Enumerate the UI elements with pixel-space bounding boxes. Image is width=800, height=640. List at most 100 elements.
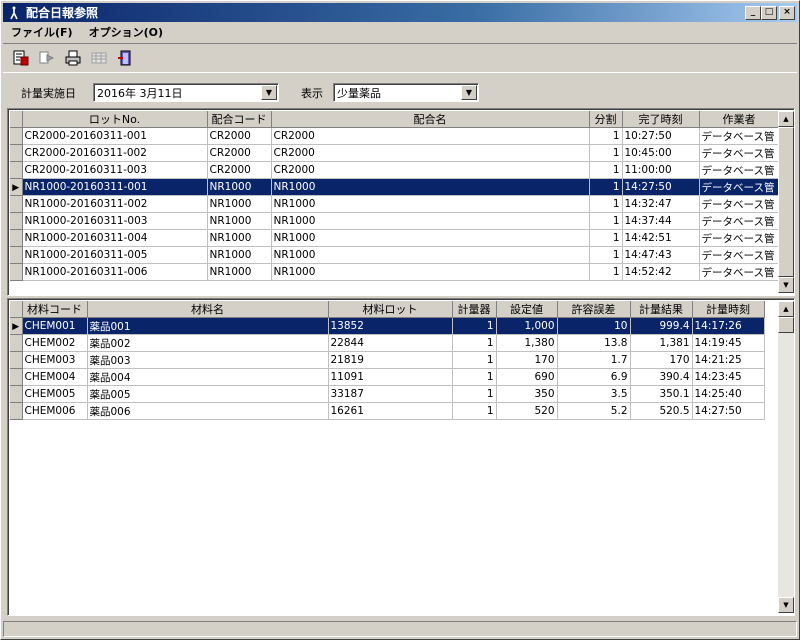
lot-row[interactable]: NR1000-20160311-003 NR1000 NR1000 1 14:37:44… [10,212,780,230]
report-icon[interactable] [11,48,31,68]
lot-row[interactable]: NR1000-20160311-006 NR1000 NR1000 1 14:52:42… [10,263,780,281]
material-header-row: 材料コード 材料名 材料ロット 計量器 設定値 許容誤差 計量結果 計量時刻 [10,301,765,318]
date-picker[interactable]: 2016年 3月11日 ▼ [93,83,279,102]
table-cell: 350.1 [630,385,693,403]
col-weigh-time[interactable]: 計量時刻 [692,301,765,318]
col-material-lot[interactable]: 材料ロット [328,301,453,318]
col-setpoint[interactable]: 設定値 [496,301,558,318]
material-row[interactable]: CHEM006 薬品006 16261 1 520 5.2 520.5 14:27:50 [10,402,765,420]
table-cell: 1 [452,402,497,420]
col-operator[interactable]: 作業者 [699,111,780,128]
table-cell: 22844 [328,334,453,352]
table-cell: 1 [589,212,623,230]
chevron-down-icon[interactable]: ▼ [261,85,277,100]
lot-row[interactable]: NR1000-20160311-005 NR1000 NR1000 1 14:47:43… [10,246,780,264]
table-cell: 1 [452,385,497,403]
scroll-down-icon[interactable]: ▼ [778,277,794,293]
material-row[interactable]: ▶ CHEM001 薬品001 13852 1 1,000 10 999.4 14:17:26 [10,317,765,335]
material-grid[interactable]: 材料コード 材料名 材料ロット 計量器 設定値 許容誤差 計量結果 計量時刻 ▶… [7,298,795,616]
table-cell: CR2000 [207,161,272,179]
lot-row[interactable]: NR1000-20160311-004 NR1000 NR1000 1 14:42:51… [10,229,780,247]
table-cell: 11091 [328,368,453,386]
title-bar[interactable]: 配合日報参照 _ □ × [3,3,797,22]
material-row[interactable]: CHEM002 薬品002 22844 1 1,380 13.8 1,381 14:19:45 [10,334,765,352]
col-formula-code[interactable]: 配合コード [207,111,272,128]
scroll-up-icon[interactable]: ▲ [778,301,794,317]
table-cell: NR1000-20160311-003 [22,212,208,230]
table-cell: 520.5 [630,402,693,420]
row-selector[interactable] [10,195,23,213]
lot-row[interactable]: NR1000-20160311-002 NR1000 NR1000 1 14:32:47… [10,195,780,213]
material-row[interactable]: CHEM003 薬品003 21819 1 170 1.7 170 14:21:25 [10,351,765,369]
table-cell: CHEM001 [22,317,88,335]
table-cell: 14:27:50 [622,178,700,196]
col-lot-no[interactable]: ロットNo. [22,111,208,128]
scroll-up-icon[interactable]: ▲ [778,111,794,127]
table-cell: 21819 [328,351,453,369]
table-cell: データベース管 [699,144,780,162]
col-scale[interactable]: 計量器 [452,301,497,318]
date-value: 2016年 3月11日 [97,86,183,100]
row-selector[interactable] [10,385,23,403]
scroll-down-icon[interactable]: ▼ [778,597,794,613]
col-result[interactable]: 計量結果 [630,301,693,318]
col-tolerance[interactable]: 許容誤差 [557,301,631,318]
scroll-thumb[interactable] [778,127,794,277]
table-cell: 6.9 [557,368,631,386]
table-cell: 14:27:50 [692,402,765,420]
table-cell: 390.4 [630,368,693,386]
print-icon[interactable] [63,48,83,68]
table-cell: 13.8 [557,334,631,352]
row-selector[interactable]: ▶ [10,317,23,335]
display-select[interactable]: 少量薬品 ▼ [333,83,479,102]
lot-scrollbar[interactable]: ▲ ▼ [778,111,794,293]
table-cell: 1,000 [496,317,558,335]
table-cell: 11:00:00 [622,161,700,179]
lot-row[interactable]: ▶ NR1000-20160311-001 NR1000 NR1000 1 14:27:5… [10,178,780,196]
row-selector[interactable] [10,127,23,145]
maximize-button[interactable]: □ [761,5,777,20]
export-icon[interactable] [37,48,57,68]
table-cell: 薬品003 [87,351,329,369]
table-cell: NR1000 [207,246,272,264]
table-cell: 350 [496,385,558,403]
menu-file[interactable]: ファイル(F) [3,24,81,40]
row-selector[interactable] [10,246,23,264]
row-selector[interactable] [10,229,23,247]
material-scrollbar[interactable]: ▲ ▼ [778,301,794,613]
table-cell: データベース管 [699,263,780,281]
table-cell: データベース管 [699,195,780,213]
col-split[interactable]: 分割 [589,111,623,128]
col-formula-name[interactable]: 配合名 [271,111,590,128]
col-completed-time[interactable]: 完了時刻 [622,111,700,128]
lot-row[interactable]: CR2000-20160311-002 CR2000 CR2000 1 10:45:00… [10,144,780,162]
row-selector[interactable] [10,212,23,230]
date-label: 計量実施日 [21,87,76,100]
lot-row[interactable]: CR2000-20160311-001 CR2000 CR2000 1 10:27:50… [10,127,780,145]
chevron-down-icon[interactable]: ▼ [461,85,477,100]
table-cell: 14:32:47 [622,195,700,213]
table-cell: 14:52:42 [622,263,700,281]
exit-icon[interactable] [115,48,135,68]
row-selector[interactable] [10,161,23,179]
grid-icon[interactable] [89,48,109,68]
row-selector[interactable] [10,368,23,386]
row-selector[interactable] [10,263,23,281]
row-selector[interactable] [10,351,23,369]
scroll-thumb[interactable] [778,317,794,333]
col-material-code[interactable]: 材料コード [22,301,88,318]
col-material-name[interactable]: 材料名 [87,301,329,318]
material-row[interactable]: CHEM005 薬品005 33187 1 350 3.5 350.1 14:25:40 [10,385,765,403]
row-selector[interactable] [10,144,23,162]
material-row[interactable]: CHEM004 薬品004 11091 1 690 6.9 390.4 14:23:45 [10,368,765,386]
table-cell: 1 [452,334,497,352]
lot-grid[interactable]: ロットNo. 配合コード 配合名 分割 完了時刻 作業者 CR2000-2016… [7,108,795,296]
close-button[interactable]: × [779,5,795,20]
minimize-button[interactable]: _ [745,5,761,20]
window-title: 配合日報参照 [26,6,99,20]
row-selector[interactable] [10,402,23,420]
row-selector[interactable]: ▶ [10,178,23,196]
menu-options[interactable]: オプション(O) [81,24,171,40]
row-selector[interactable] [10,334,23,352]
lot-row[interactable]: CR2000-20160311-003 CR2000 CR2000 1 11:00:00… [10,161,780,179]
